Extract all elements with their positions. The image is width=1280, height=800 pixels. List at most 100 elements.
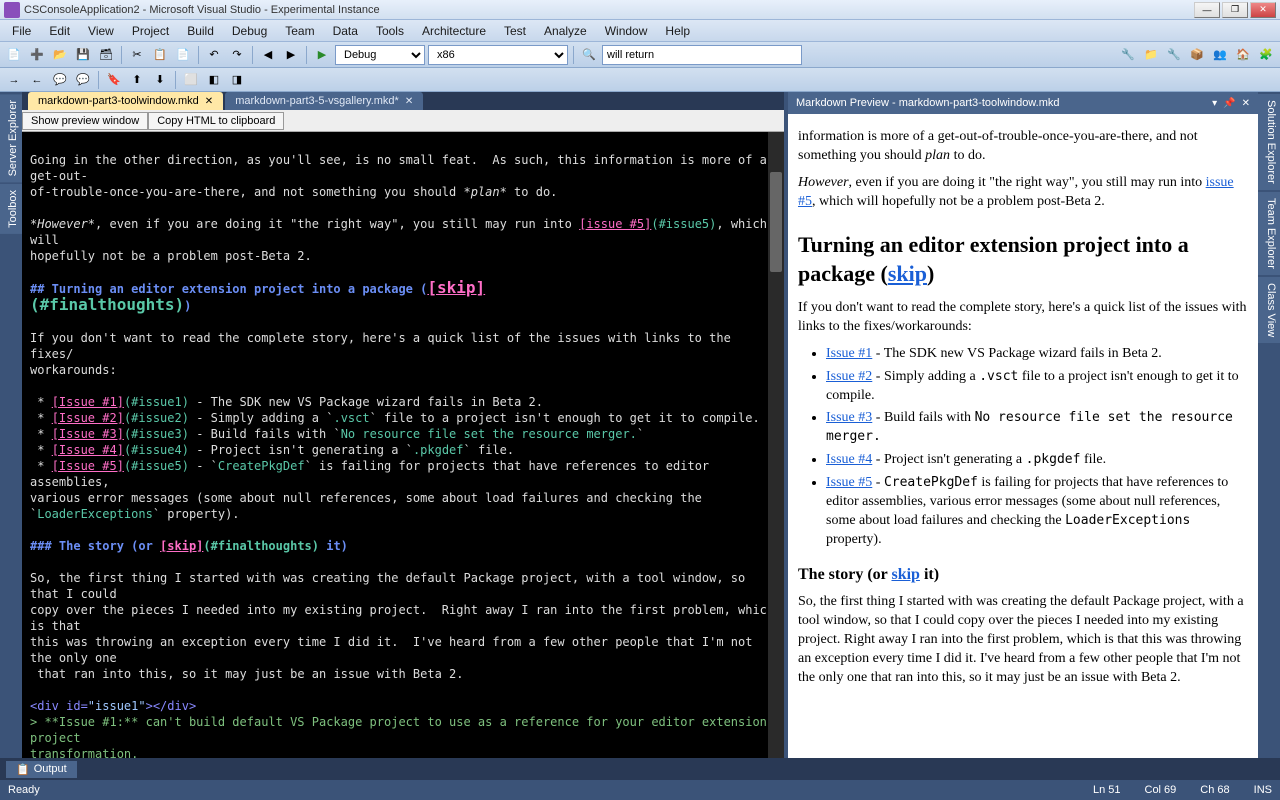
window-title: CSConsoleApplication2 - Microsoft Visual… (24, 4, 1194, 16)
preview-body[interactable]: information is more of a get-out-of-trou… (788, 114, 1258, 758)
dropdown-icon[interactable]: ▾ (1212, 98, 1217, 109)
undo-icon[interactable]: ↶ (204, 45, 224, 65)
vertical-scrollbar[interactable] (768, 132, 784, 758)
menu-view[interactable]: View (80, 22, 122, 40)
rail-server-explorer[interactable]: Server Explorer (0, 94, 22, 182)
close-icon[interactable]: ✕ (205, 96, 213, 107)
close-button[interactable]: ✕ (1250, 2, 1276, 18)
solution-explorer-icon[interactable]: 📁 (1141, 45, 1161, 65)
pin-icon[interactable]: 📌 (1223, 98, 1235, 109)
output-tab[interactable]: 📋 Output (6, 761, 77, 778)
scroll-thumb[interactable] (770, 172, 782, 272)
window-tile-icon[interactable]: ⬜ (181, 70, 201, 90)
menu-help[interactable]: Help (657, 22, 698, 40)
text: - Project isn't generating a ` (189, 443, 413, 457)
window-float-icon[interactable]: ◨ (227, 70, 247, 90)
save-all-icon[interactable]: 🗃 (96, 45, 116, 65)
bookmark-icon[interactable]: 🔖 (104, 70, 124, 90)
separator (98, 71, 99, 89)
toolbox-icon[interactable]: 🔧 (1118, 45, 1138, 65)
text: of-trouble-once-you-are-there, and not s… (30, 185, 471, 199)
indent-icon[interactable]: → (4, 70, 24, 90)
link-skip[interactable]: skip (888, 261, 927, 286)
menu-tools[interactable]: Tools (368, 22, 412, 40)
text: No resource file set the resource merger… (341, 427, 637, 441)
properties-icon[interactable]: 🔧 (1164, 45, 1184, 65)
menu-edit[interactable]: Edit (41, 22, 78, 40)
config-combo[interactable]: Debug (335, 45, 425, 65)
save-icon[interactable]: 💾 (73, 45, 93, 65)
play-icon[interactable]: ▶ (312, 45, 332, 65)
open-icon[interactable]: 📂 (50, 45, 70, 65)
extension-icon[interactable]: 🧩 (1256, 45, 1276, 65)
link-issue5[interactable]: Issue #5 (826, 475, 872, 490)
maximize-button[interactable]: ❐ (1222, 2, 1248, 18)
separator (175, 71, 176, 89)
link-issue1[interactable]: Issue #1 (826, 346, 872, 361)
menu-file[interactable]: File (4, 22, 39, 40)
menu-team[interactable]: Team (277, 22, 322, 40)
menu-debug[interactable]: Debug (224, 22, 275, 40)
text: that ran into this, so it may just be an… (30, 667, 464, 681)
close-icon[interactable]: ✕ (1242, 98, 1250, 109)
window-split-icon[interactable]: ◧ (204, 70, 224, 90)
menu-build[interactable]: Build (179, 22, 222, 40)
menu-test[interactable]: Test (496, 22, 534, 40)
nav-fwd-icon[interactable]: ▶ (281, 45, 301, 65)
statusbar: Ready Ln 51 Col 69 Ch 68 INS (0, 780, 1280, 800)
start-page-icon[interactable]: 🏠 (1233, 45, 1253, 65)
text: (#issue5) (124, 459, 189, 473)
text: * to do. (500, 185, 558, 199)
tab-active[interactable]: markdown-part3-toolwindow.mkd ✕ (28, 92, 223, 110)
text: hopefully not be a problem post-Beta 2. (30, 249, 312, 263)
object-browser-icon[interactable]: 📦 (1187, 45, 1207, 65)
close-icon[interactable]: ✕ (405, 96, 413, 107)
text: *However* (30, 217, 95, 231)
link-issue3[interactable]: Issue #3 (826, 410, 872, 425)
uncomment-icon[interactable]: 💬 (73, 70, 93, 90)
status-ready: Ready (8, 784, 40, 796)
new-project-icon[interactable]: 📄 (4, 45, 24, 65)
tab-other[interactable]: markdown-part3-5-vsgallery.mkd* ✕ (225, 92, 423, 110)
rail-team-explorer[interactable]: Team Explorer (1258, 192, 1280, 275)
nav-back-icon[interactable]: ◀ (258, 45, 278, 65)
output-label: Output (34, 763, 67, 775)
link-issue2[interactable]: Issue #2 (826, 369, 872, 384)
comment-icon[interactable]: 💬 (50, 70, 70, 90)
text: - Simply adding a ` (189, 411, 334, 425)
text: LoaderExceptions (37, 507, 153, 521)
text: - Build fails with ` (189, 427, 341, 441)
bookmark-prev-icon[interactable]: ⬆ (127, 70, 147, 90)
cut-icon[interactable]: ✂ (127, 45, 147, 65)
minimize-button[interactable]: — (1194, 2, 1220, 18)
redo-icon[interactable]: ↷ (227, 45, 247, 65)
copy-html-button[interactable]: Copy HTML to clipboard (148, 112, 284, 130)
code-editor[interactable]: Going in the other direction, as you'll … (22, 132, 784, 758)
menu-project[interactable]: Project (124, 22, 177, 40)
find-combo[interactable] (602, 45, 802, 65)
outdent-icon[interactable]: ← (27, 70, 47, 90)
menu-data[interactable]: Data (325, 22, 366, 40)
platform-combo[interactable]: x86 (428, 45, 568, 65)
link-skip[interactable]: skip (891, 566, 919, 583)
menu-architecture[interactable]: Architecture (414, 22, 494, 40)
team-icon[interactable]: 👥 (1210, 45, 1230, 65)
menu-analyze[interactable]: Analyze (536, 22, 595, 40)
text: - The SDK new VS Package wizard fails in… (189, 395, 543, 409)
bookmark-next-icon[interactable]: ⬇ (150, 70, 170, 90)
text: information is more of a get-out-of-trou… (798, 128, 1248, 166)
link-issue4[interactable]: Issue #4 (826, 452, 872, 467)
rail-toolbox[interactable]: Toolbox (0, 184, 22, 234)
text: If you don't want to read the complete s… (30, 331, 738, 361)
find-in-files-icon[interactable]: 🔍 (579, 45, 599, 65)
show-preview-button[interactable]: Show preview window (22, 112, 148, 130)
text: (#issue5) (651, 217, 716, 231)
copy-icon[interactable]: 📋 (150, 45, 170, 65)
text: > **Issue #1:** can't build default VS P… (30, 715, 774, 745)
rail-solution-explorer[interactable]: Solution Explorer (1258, 94, 1280, 190)
list-item: Issue #5 - CreatePkgDef is failing for p… (826, 474, 1248, 550)
add-item-icon[interactable]: ➕ (27, 45, 47, 65)
paste-icon[interactable]: 📄 (173, 45, 193, 65)
rail-class-view[interactable]: Class View (1258, 277, 1280, 343)
menu-window[interactable]: Window (597, 22, 656, 40)
